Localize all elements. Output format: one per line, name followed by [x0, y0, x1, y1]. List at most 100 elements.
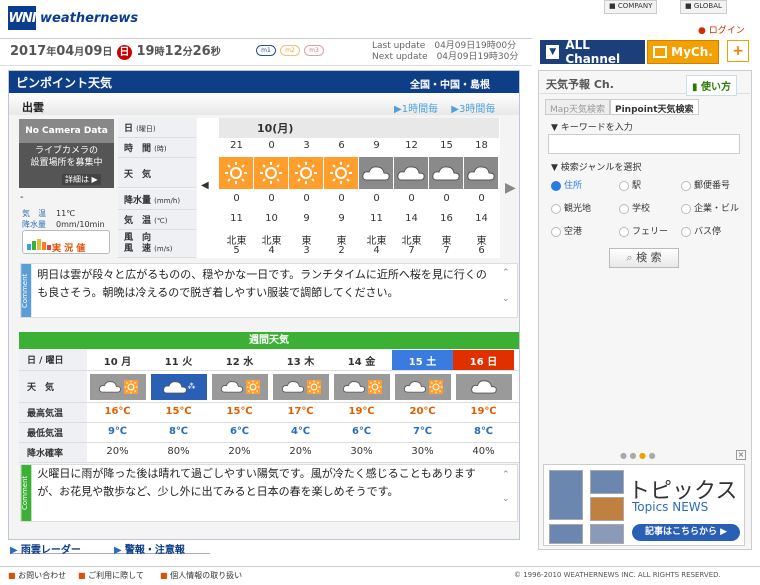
- brand-name[interactable]: weathernews: [40, 11, 138, 26]
- warning-link[interactable]: ▶ 警報・注意報: [114, 541, 210, 556]
- breadcrumb-area[interactable]: 中国: [440, 80, 460, 91]
- weekly-date-cell: 14 金: [331, 350, 392, 370]
- sun-icon: [324, 157, 358, 189]
- scroll-down-icon[interactable]: ⌄: [502, 294, 510, 304]
- camera-detail-link[interactable]: 詳細は ▶: [62, 174, 101, 185]
- wind-speed-row: 5 4 3 2 4 7 7 6: [219, 245, 499, 256]
- update-info: Last update 04月09日19時00分 Next update 04月…: [372, 41, 519, 62]
- weekly-date-cell: 12 水: [209, 350, 270, 370]
- genre-radio[interactable]: バス停: [681, 224, 743, 237]
- genre-radio[interactable]: 学校: [619, 201, 681, 214]
- weekly-pop-cell: 40%: [472, 446, 495, 457]
- carousel-dots[interactable]: ● ● ● ●: [620, 451, 656, 460]
- genre-radio[interactable]: 住所: [551, 178, 619, 191]
- three-hour-toggle[interactable]: ▶3時間毎: [451, 104, 495, 115]
- camera-head: No Camera Data: [19, 119, 114, 143]
- topics-thumb-2[interactable]: [590, 470, 624, 494]
- radio-icon: [619, 180, 629, 191]
- sun-icon: [219, 157, 253, 189]
- genre-label: フェリー: [632, 227, 669, 237]
- topics-thumb-5[interactable]: [590, 524, 624, 544]
- book-icon: ▮: [692, 82, 698, 93]
- cloud-sun-icon: [209, 373, 270, 400]
- weekly-high-cell: 17℃: [287, 406, 314, 417]
- footer-contact[interactable]: ■ お問い合わせ: [8, 570, 66, 581]
- weekly-low-cell: 9℃: [107, 426, 128, 437]
- weekly-label-weather: 天 気: [19, 371, 87, 402]
- weekly-high-cell: 19℃: [470, 406, 497, 417]
- topics-more-button[interactable]: 記事はこちらから ▶: [632, 524, 740, 541]
- breadcrumb-nation[interactable]: 全国: [410, 80, 430, 91]
- search-button[interactable]: ⌕ 検 索: [609, 248, 679, 268]
- weekly-high-cell: 16℃: [104, 406, 131, 417]
- all-channel-tab[interactable]: ▼ ALL Channel: [540, 38, 645, 66]
- scroll-up-icon[interactable]: ⌃: [502, 268, 510, 278]
- tab-map-search[interactable]: Map天気検索: [545, 99, 610, 115]
- login-link[interactable]: ● ログイン: [698, 23, 745, 36]
- cloud-icon: [429, 157, 463, 189]
- weekly-label-low: 最低気温: [19, 423, 87, 442]
- weekly-scroll-down-icon[interactable]: ⌄: [502, 494, 510, 504]
- radar-link[interactable]: ▶ 雨雲レーダー: [10, 541, 116, 556]
- wind_speed-cell: 7: [443, 245, 450, 256]
- tv-icon: [653, 46, 668, 58]
- my-channel-tab[interactable]: MyCh.: [647, 40, 719, 64]
- breadcrumb-pref[interactable]: 島根: [470, 80, 490, 91]
- genre-label: 住所: [564, 181, 583, 191]
- weekly-label-high: 最高気温: [19, 403, 87, 422]
- mode-m2[interactable]: m2: [280, 45, 300, 56]
- genre-radio[interactable]: 駅: [619, 178, 681, 191]
- temps-cell: 14: [475, 213, 488, 224]
- weekly-scroll-up-icon[interactable]: ⌃: [502, 470, 510, 480]
- company-button[interactable]: ■ COMPANY: [604, 0, 658, 14]
- tab-pinpoint-search[interactable]: Pinpoint天気検索: [610, 99, 699, 115]
- weekly-dow: 火: [182, 357, 193, 368]
- weekly-label-date: 日 / 曜日: [19, 350, 87, 370]
- weekly-pop-row: 降水確率 20% 80% 20% 20% 30% 30% 40%: [19, 443, 519, 463]
- footer-terms[interactable]: ■ ご利用に際して: [78, 570, 144, 581]
- weekly-comment-text: 火曜日に雨が降った後は晴れて過ごしやすい陽気です。風が冷たく感じることもあります…: [37, 467, 476, 498]
- next-arrow[interactable]: ▶: [505, 180, 516, 196]
- weekly-header: 週間天気: [19, 332, 519, 349]
- one-hour-toggle[interactable]: ▶1時間毎: [394, 104, 438, 115]
- precip-cell: 0: [408, 193, 415, 204]
- cloud-icon: [453, 373, 514, 400]
- weekly-dow: 月: [121, 357, 132, 368]
- genre-radio[interactable]: 郵便番号: [681, 178, 743, 191]
- weekly-high-cell: 15℃: [226, 406, 253, 417]
- keyword-input[interactable]: [548, 134, 740, 154]
- genre-radio[interactable]: 空港: [551, 224, 619, 237]
- global-button[interactable]: ■ GLOBAL: [680, 0, 727, 14]
- panel-title: ピンポイント天気: [16, 76, 113, 90]
- weekly-dow: 木: [304, 357, 315, 368]
- precip-row: 0 0 0 0 0 0 0 0: [219, 193, 499, 204]
- footer-privacy[interactable]: ■ 個人情報の取り扱い: [160, 570, 242, 581]
- howto-button[interactable]: ▮ 使い方: [686, 75, 737, 96]
- logo[interactable]: WNI: [8, 6, 37, 30]
- mode-m3[interactable]: m3: [304, 45, 324, 56]
- genre-radio[interactable]: 観光地: [551, 201, 619, 214]
- weekly-low-cell: 6℃: [351, 426, 372, 437]
- topics-thumb-3[interactable]: [590, 497, 624, 521]
- genre-radio[interactable]: フェリー: [619, 224, 681, 237]
- add-channel-button[interactable]: +: [727, 40, 749, 62]
- row-label-time: 時 間 (時): [118, 138, 196, 158]
- genre-label: バス停: [694, 227, 722, 237]
- wind_speed-cell: 3: [303, 245, 310, 256]
- weekly-comment-box: Comment 火曜日に雨が降った後は晴れて過ごしやすい陽気です。風が冷たく感じ…: [20, 464, 518, 522]
- precip-cell: 0: [303, 193, 310, 204]
- topics-thumb-1[interactable]: [549, 470, 583, 520]
- topics-subtitle: Topics NEWS: [632, 500, 709, 514]
- genre-label: 駅: [632, 181, 642, 191]
- topics-thumb-4[interactable]: [549, 524, 583, 544]
- close-icon[interactable]: ×: [736, 450, 746, 460]
- genre-options: 住所 駅 郵便番号観光地 学校 企業・ビル空港 フェリー バス停: [551, 178, 743, 237]
- search-icon: ⌕: [626, 251, 633, 264]
- mode-m1[interactable]: m1: [256, 45, 276, 56]
- weekly-pop-cell: 20%: [106, 446, 129, 457]
- genre-radio[interactable]: 企業・ビル: [681, 201, 743, 214]
- genre-label: 空港: [564, 227, 583, 237]
- weekly-date-cell: 13 木: [270, 350, 331, 370]
- prev-arrow[interactable]: ◀: [201, 180, 209, 191]
- cloud-sun-icon: [331, 373, 392, 400]
